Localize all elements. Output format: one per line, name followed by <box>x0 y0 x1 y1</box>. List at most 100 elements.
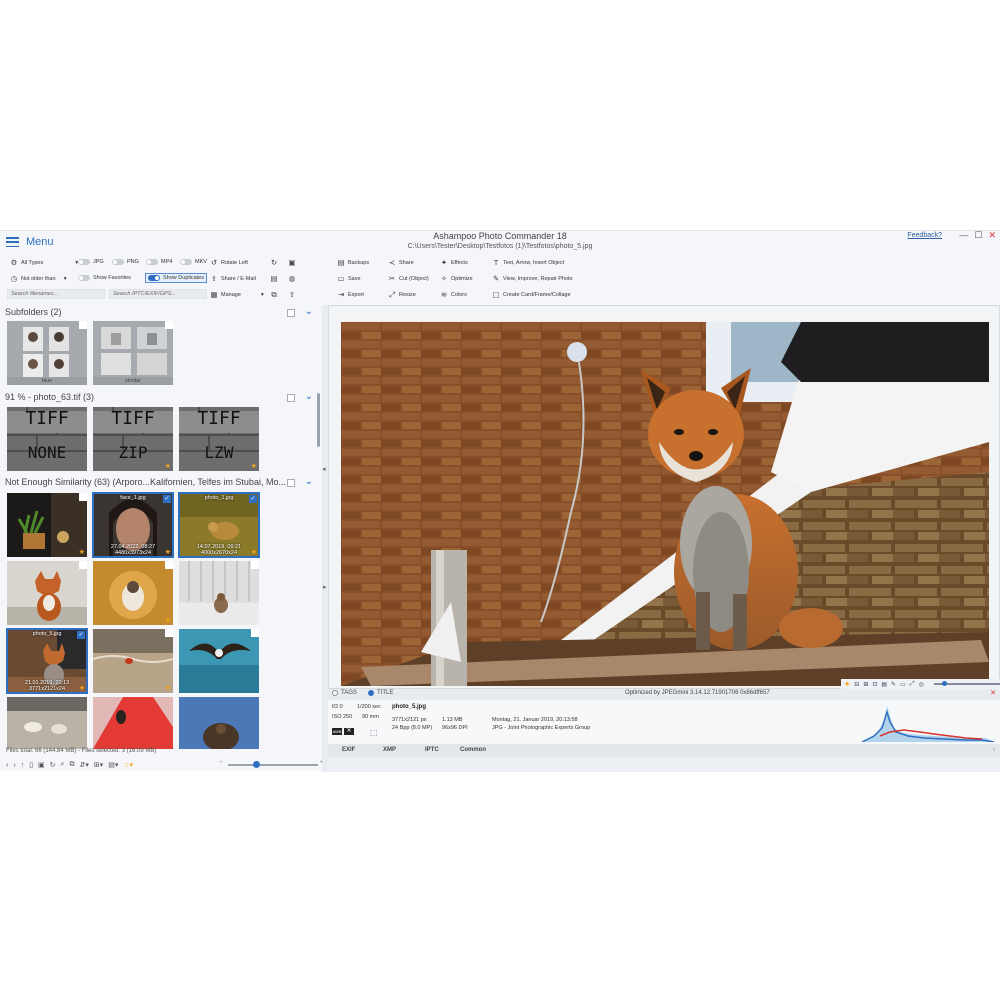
expand-right-icon[interactable]: ▸ <box>323 583 327 591</box>
group-header-not-similar[interactable]: Not Enough Similarity (63) (Arporo...Kal… <box>5 477 317 491</box>
copy-icon[interactable]: ⧉ <box>270 291 278 299</box>
list-view-icon[interactable]: ▤▾ <box>108 761 118 769</box>
star-icon[interactable]: ★ <box>165 462 171 470</box>
star-icon[interactable]: ★ <box>79 548 85 556</box>
export-button[interactable]: ⇥ Export <box>337 291 364 299</box>
edit-icon[interactable]: ✎ <box>891 681 896 688</box>
share-button[interactable]: ≺ Share <box>388 259 414 267</box>
thumbnail-flower[interactable] <box>93 697 173 749</box>
layout-icon[interactable]: ⊡ <box>872 681 877 688</box>
upload-icon[interactable]: ⇧ <box>288 291 296 299</box>
globe-icon[interactable]: ◍ <box>288 275 296 283</box>
resize-button[interactable]: ⤢ Resize <box>388 291 416 299</box>
zoom-out-button[interactable]: - <box>220 759 222 766</box>
selection-box[interactable] <box>251 561 259 569</box>
selection-box[interactable] <box>79 561 87 569</box>
thumbnail-birds-beach[interactable] <box>7 697 87 749</box>
close-button[interactable]: ✕ <box>988 230 996 241</box>
mkv-filter-toggle[interactable]: MKV <box>180 259 207 265</box>
preview-zoom-slider[interactable] <box>933 681 1000 686</box>
screen-icon[interactable]: ▭ <box>900 681 906 688</box>
optimize-button[interactable]: ✧ Optimize <box>440 275 473 283</box>
group-header-subfolders[interactable]: Subfolders (2) ⌄ <box>5 307 317 321</box>
star-icon[interactable]: ★ <box>165 616 171 624</box>
effects-button[interactable]: ✦ Effects <box>440 259 468 267</box>
maximize-button[interactable]: ☐ <box>974 230 982 241</box>
tab-iptc[interactable]: IPTC <box>425 747 439 753</box>
thumbnail-eagle[interactable] <box>179 629 259 693</box>
star-icon[interactable]: ★ <box>165 684 171 692</box>
png-filter-toggle[interactable]: PNG <box>112 259 139 265</box>
thumbnail-hedgehog[interactable] <box>179 697 259 749</box>
search-icon[interactable]: ⌕ <box>61 761 65 769</box>
chevron-down-icon[interactable]: ⌄ <box>305 392 313 402</box>
selection-box[interactable] <box>79 321 87 329</box>
collapse-left-icon[interactable]: ◂ <box>322 465 326 473</box>
thumbnail-cat[interactable] <box>179 561 259 625</box>
thumbnail-photo-1[interactable]: ✓ photo_1.jpg 14.07.2019, 09:21 4000x267… <box>178 492 260 558</box>
scrollbar-thumb[interactable] <box>317 393 320 447</box>
selection-box[interactable] <box>165 561 173 569</box>
sort-icon[interactable]: ⇵▾ <box>79 761 88 769</box>
search-filenames-input[interactable]: Search filenames... <box>7 289 105 299</box>
create-card-button[interactable]: ▢ Create Card/Frame/Collage <box>492 291 570 299</box>
view-improve-button[interactable]: ✎ View, Improve, Repair Photo <box>492 275 573 283</box>
filter-icon[interactable]: ⧉ <box>69 761 74 769</box>
back-arrow-icon[interactable]: ‹ <box>6 762 8 769</box>
tab-xmp[interactable]: XMP <box>383 747 396 753</box>
favorites-filter-icon[interactable]: ☆▾ <box>123 761 133 769</box>
subfolder-blue[interactable]: blue <box>7 321 87 385</box>
compare-icon[interactable]: ⊟ <box>854 681 859 688</box>
tab-exif[interactable]: EXIF <box>342 747 355 753</box>
search-metadata-input[interactable]: Search IPTC/EXIF/GPS... <box>109 289 207 299</box>
minimize-button[interactable]: — <box>959 230 968 241</box>
fullscreen-icon[interactable]: ⤢ <box>910 681 915 688</box>
selection-box[interactable] <box>165 629 173 637</box>
share-email-button[interactable]: ⇪ Share / E-Mail <box>210 275 256 283</box>
grid-icon[interactable]: ⊞ <box>863 681 868 688</box>
selection-box[interactable] <box>251 629 259 637</box>
panel-toggle-icon[interactable]: ▯ <box>29 761 33 769</box>
thumbnail-size-slider[interactable] <box>228 761 318 768</box>
star-icon[interactable]: ★ <box>251 462 257 470</box>
thumbnail-fox-snow[interactable] <box>7 561 87 625</box>
slider-handle[interactable] <box>941 681 947 686</box>
chevron-left-icon[interactable]: ‹ <box>993 747 995 753</box>
map-icon[interactable]: ◎ <box>919 681 924 688</box>
thumbnail-crab[interactable]: ★ <box>93 629 173 693</box>
group-checkbox[interactable] <box>287 394 295 402</box>
cut-object-button[interactable]: ✂ Cut (Object) <box>388 275 429 283</box>
thumbnail-photo-5[interactable]: ✓ photo_5.jpg 21.01.2019, 20:13 3771x212… <box>6 628 88 694</box>
thumbnail-plant[interactable]: ★ <box>7 493 87 557</box>
pdf-icon[interactable]: ▣ <box>288 259 296 267</box>
tab-tags[interactable]: TAGS <box>332 690 357 696</box>
group-checkbox[interactable] <box>287 309 295 317</box>
chevron-down-icon[interactable]: ⌄ <box>305 307 313 317</box>
grid-view-icon[interactable]: ⊞▾ <box>94 761 103 769</box>
thumbnail-tiff-none[interactable]: TIFF NONE <box>7 407 87 471</box>
text-arrow-button[interactable]: T Text, Arrow, Insert Object <box>492 259 564 267</box>
subfolder-similar[interactable]: similar <box>93 321 173 385</box>
star-icon[interactable]: ★ <box>79 684 85 692</box>
manage-dropdown[interactable]: ▦ Manage ▼ <box>210 291 264 299</box>
chevron-down-icon[interactable]: ⌄ <box>305 477 313 487</box>
feedback-link[interactable]: Feedback? <box>907 232 942 239</box>
backups-button[interactable]: ▤ Backups <box>337 259 369 267</box>
slider-handle[interactable] <box>253 761 260 768</box>
save-button[interactable]: ▭ Save <box>337 275 360 283</box>
selection-box[interactable] <box>79 493 87 501</box>
selection-box[interactable] <box>165 321 173 329</box>
show-favorites-toggle[interactable]: Show Favorites <box>78 275 131 281</box>
colors-button[interactable]: ≋ Colors <box>440 291 467 299</box>
star-icon[interactable]: ★ <box>251 548 257 556</box>
thumbnail-tiff-lzw[interactable]: TIFF LZW ★ <box>179 407 259 471</box>
close-icon[interactable]: ✕ <box>990 689 996 697</box>
crop-icon[interactable]: ⬚ <box>370 728 378 737</box>
forward-arrow-icon[interactable]: › <box>13 762 15 769</box>
show-duplicates-toggle[interactable]: Show Duplicates <box>145 273 207 283</box>
refresh-icon[interactable]: ↻ <box>50 761 56 769</box>
all-types-dropdown[interactable]: ⚙ All Types ▼ <box>10 259 80 267</box>
star-icon[interactable]: ★ <box>165 548 171 556</box>
folder-icon[interactable]: ▤ <box>270 275 278 283</box>
mp4-filter-toggle[interactable]: MP4 <box>146 259 172 265</box>
